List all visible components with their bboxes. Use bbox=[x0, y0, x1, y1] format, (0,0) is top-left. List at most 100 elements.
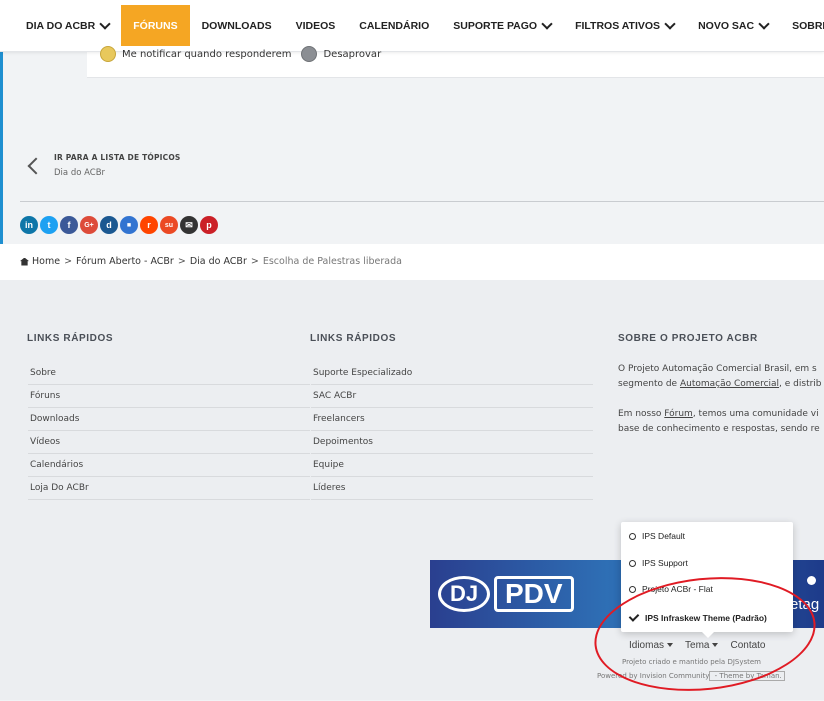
nav-downloads[interactable]: DOWNLOADS bbox=[190, 0, 284, 51]
logo-dj: DJ bbox=[438, 576, 490, 612]
invision-link[interactable]: Invision Community bbox=[640, 672, 710, 680]
twitter-icon[interactable]: t bbox=[40, 216, 58, 234]
credits-text: Powered by bbox=[597, 672, 640, 680]
digg-icon[interactable]: d bbox=[100, 216, 118, 234]
footer-col3-title: SOBRE O PROJETO ACBR bbox=[618, 333, 758, 344]
caret-down-icon bbox=[667, 643, 674, 648]
menu-label: IPS Infraskew Theme (Padrão) bbox=[645, 612, 767, 623]
breadcrumb-forum[interactable]: Fórum Aberto - ACBr bbox=[76, 256, 174, 267]
theme-option-projeto-acbr-flat[interactable]: Projeto ACBr - Flat bbox=[629, 584, 713, 594]
footer-link[interactable]: Loja Do ACBr bbox=[28, 477, 310, 500]
language-selector[interactable]: Idiomas bbox=[629, 640, 674, 651]
nav-label: VIDEOS bbox=[295, 19, 336, 32]
nav-videos[interactable]: VIDEOS bbox=[284, 0, 348, 51]
notify-label[interactable]: Me notificar quando responderem bbox=[122, 49, 291, 60]
divider bbox=[20, 201, 824, 202]
footer-col1-links: Sobre Fóruns Downloads Vídeos Calendário… bbox=[28, 362, 310, 500]
automacao-link[interactable]: Automação Comercial bbox=[680, 379, 779, 389]
footer-link[interactable]: SAC ACBr bbox=[311, 385, 593, 408]
home-icon bbox=[20, 257, 29, 266]
linkedin-icon[interactable]: in bbox=[20, 216, 38, 234]
theme-credit: - Theme by Taman. bbox=[709, 671, 785, 681]
about-text: , temos uma comunidade vi bbox=[692, 409, 819, 419]
menu-label: IPS Support bbox=[642, 558, 688, 568]
breadcrumb-home[interactable]: Home bbox=[32, 256, 60, 267]
nav-calendario[interactable]: CALENDÁRIO bbox=[347, 0, 441, 51]
social-share-bar: in t f G+ d ■ r su ✉ p bbox=[20, 216, 218, 234]
nav-label: DIA DO ACBR bbox=[26, 19, 96, 32]
footer-link[interactable]: Depoimentos bbox=[311, 431, 593, 454]
radio-icon bbox=[629, 559, 636, 567]
nav-filtros-ativos[interactable]: FILTROS ATIVOS bbox=[563, 0, 686, 51]
theme-option-ips-default[interactable]: IPS Default bbox=[629, 531, 685, 541]
caret-down-icon bbox=[712, 643, 719, 648]
notify-options: Me notificar quando responderem Desaprov… bbox=[100, 46, 381, 62]
stumbleupon-icon[interactable]: su bbox=[160, 216, 178, 234]
footer-link[interactable]: Sobre bbox=[28, 362, 310, 385]
menu-arrow bbox=[701, 631, 715, 638]
theme-option-infraskew[interactable]: IPS Infraskew Theme (Padrão) bbox=[628, 611, 767, 623]
about-text: segmento de bbox=[618, 379, 680, 389]
nav-sobre[interactable]: SOBRE bbox=[780, 0, 824, 51]
footer-link[interactable]: Freelancers bbox=[311, 408, 593, 431]
check-icon bbox=[628, 611, 640, 622]
footer-col2-links: Suporte Especializado SAC ACBr Freelance… bbox=[311, 362, 593, 500]
nav-label: FILTROS ATIVOS bbox=[575, 19, 661, 32]
back-to-topics-link[interactable]: IR PARA A LISTA DE TÓPICOS Dia do ACBr bbox=[27, 153, 181, 178]
disapprove-label[interactable]: Desaprovar bbox=[323, 49, 381, 60]
breadcrumb-current: Escolha de Palestras liberada bbox=[262, 256, 402, 267]
footer-link[interactable]: Equipe bbox=[311, 454, 593, 477]
email-icon[interactable]: ✉ bbox=[180, 216, 198, 234]
disapprove-radio[interactable] bbox=[301, 46, 318, 62]
chevron-down-icon bbox=[758, 17, 770, 30]
forum-link[interactable]: Fórum bbox=[664, 409, 693, 419]
about-text: , e distrib bbox=[779, 379, 822, 389]
nav-label: NOVO SAC bbox=[698, 19, 755, 32]
djpdv-logo: DJ PDV bbox=[438, 574, 574, 614]
breadcrumb: Home > Fórum Aberto - ACBr > Dia do ACBr… bbox=[0, 244, 824, 280]
footer-col1-title: LINKS RÁPIDOS bbox=[27, 333, 114, 344]
main-nav: DIA DO ACBR FÓRUNS DOWNLOADS VIDEOS CALE… bbox=[0, 0, 824, 52]
about-text: O Projeto Automação Comercial Brasil, em… bbox=[618, 364, 817, 374]
delicious-icon[interactable]: ■ bbox=[120, 216, 138, 234]
footer-controls: Idiomas Tema Contato bbox=[629, 640, 766, 651]
nav-suporte-pago[interactable]: SUPORTE PAGO bbox=[441, 0, 563, 51]
logo-pdv: PDV bbox=[494, 576, 574, 612]
about-paragraph-2: Em nosso Fórum, temos uma comunidade vi … bbox=[618, 407, 820, 437]
nav-label: DOWNLOADS bbox=[201, 19, 272, 32]
google-plus-icon[interactable]: G+ bbox=[80, 216, 98, 234]
nav-foruns[interactable]: FÓRUNS bbox=[121, 5, 190, 46]
facebook-icon[interactable]: f bbox=[60, 216, 78, 234]
nav-label: SUPORTE PAGO bbox=[453, 19, 538, 32]
radio-icon bbox=[629, 532, 636, 540]
about-text: base de conhecimento e respostas, sendo … bbox=[618, 424, 820, 434]
footer-link[interactable]: Downloads bbox=[28, 408, 310, 431]
breadcrumb-separator: > bbox=[64, 256, 73, 267]
nav-dia-do-acbr[interactable]: DIA DO ACBR bbox=[14, 0, 121, 51]
menu-label: IPS Default bbox=[642, 531, 685, 541]
footer-link[interactable]: Vídeos bbox=[28, 431, 310, 454]
back-label: IR PARA A LISTA DE TÓPICOS bbox=[54, 153, 181, 162]
contact-link[interactable]: Contato bbox=[730, 640, 765, 651]
chevron-down-icon bbox=[99, 17, 111, 30]
theme-option-ips-support[interactable]: IPS Support bbox=[629, 558, 688, 568]
chevron-down-icon bbox=[541, 17, 553, 30]
footer-link[interactable]: Fóruns bbox=[28, 385, 310, 408]
nav-novo-sac[interactable]: NOVO SAC bbox=[686, 0, 780, 51]
back-sublabel: Dia do ACBr bbox=[54, 168, 106, 178]
breadcrumb-category[interactable]: Dia do ACBr bbox=[190, 256, 247, 267]
reddit-icon[interactable]: r bbox=[140, 216, 158, 234]
menu-label: Projeto ACBr - Flat bbox=[642, 584, 713, 594]
footer-link[interactable]: Líderes bbox=[311, 477, 593, 500]
notify-radio[interactable] bbox=[100, 46, 116, 62]
nav-label: SOBRE bbox=[792, 19, 824, 32]
nav-label: CALENDÁRIO bbox=[359, 19, 430, 32]
pinterest-icon[interactable]: p bbox=[200, 216, 218, 234]
nav-label: FÓRUNS bbox=[133, 19, 178, 32]
theme-label: Tema bbox=[685, 640, 710, 651]
footer-link[interactable]: Calendários bbox=[28, 454, 310, 477]
footer-link[interactable]: Suporte Especializado bbox=[311, 362, 593, 385]
banner-dot bbox=[807, 576, 816, 585]
theme-selector[interactable]: Tema bbox=[685, 640, 719, 651]
breadcrumb-separator: > bbox=[250, 256, 259, 267]
